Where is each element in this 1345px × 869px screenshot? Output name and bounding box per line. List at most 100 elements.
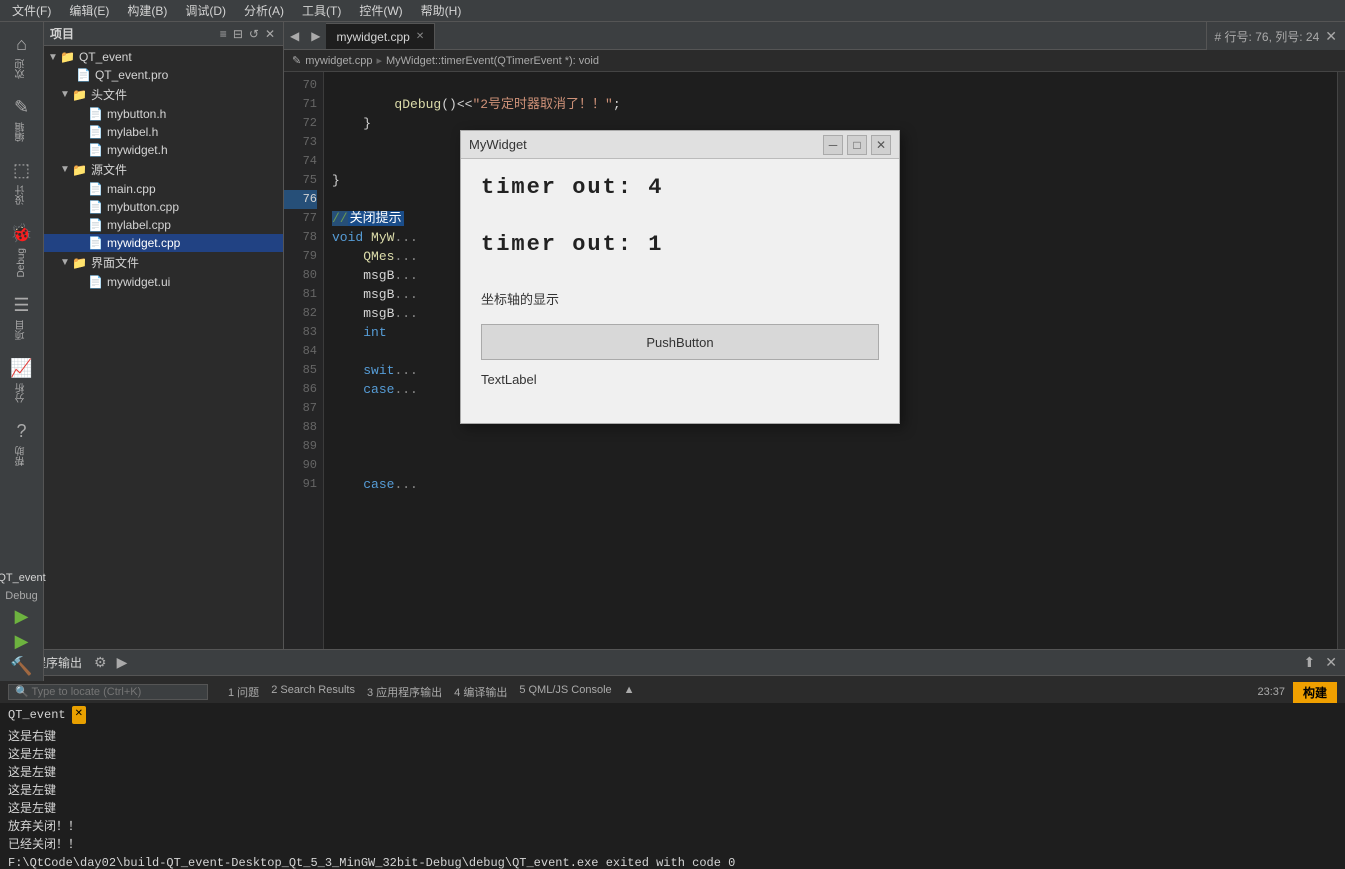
tree-arrow-ui: ▼ — [60, 257, 72, 268]
bottom-panel-close-btn[interactable]: ✕ — [1321, 652, 1341, 673]
left-tab-welcome[interactable]: ⌂ 欢迎 — [2, 26, 42, 87]
debug-run-button[interactable]: ▶ — [15, 631, 29, 652]
tree-item-mylabel-h[interactable]: 📄 mylabel.h — [44, 123, 283, 141]
left-tab-edit[interactable]: ✎ 编辑 — [2, 89, 42, 150]
status-qml-tab[interactable]: 5 QML/JS Console — [519, 684, 611, 700]
tree-item-sources-folder[interactable]: ▼ 📁 源文件 — [44, 159, 283, 180]
status-search-tab[interactable]: 2 Search Results — [271, 684, 355, 700]
ui-folder-icon: 📁 — [72, 256, 87, 270]
file-name-path: mywidget.cpp — [305, 55, 372, 67]
locate-input[interactable] — [8, 684, 208, 700]
tree-item-mywidget-ui[interactable]: 📄 mywidget.ui — [44, 273, 283, 291]
tab-close-mywidget-cpp[interactable]: ✕ — [416, 31, 424, 42]
code-line-70: qDebug()<<"2号定时器取消了！！"; — [332, 97, 621, 112]
bottom-panel-settings-btn[interactable]: ⚙ — [90, 652, 111, 673]
output-content: QT_event ✕ 这是右键 这是左键 这是左键 这是左键 这是左键 放弃关闭… — [0, 702, 1345, 869]
design-label: 设计 — [14, 185, 29, 205]
project-filter-btn[interactable]: ≡ — [218, 27, 229, 41]
project-collapse-btn[interactable]: ⊟ — [231, 27, 245, 41]
menu-build[interactable]: 构建(B) — [119, 0, 175, 21]
code-line-90: case... — [332, 477, 418, 492]
float-text-label: TextLabel — [481, 372, 537, 387]
output-line-7: 已经关闭！！ — [8, 836, 1337, 854]
tree-item-headers-folder[interactable]: ▼ 📁 头文件 — [44, 84, 283, 105]
close-editor-btn[interactable]: ✕ — [1325, 28, 1337, 45]
float-minimize-btn[interactable]: ─ — [823, 135, 843, 155]
line-info-text: # 行号: 76, 列号: 24 — [1215, 28, 1320, 45]
output-line-8: F:\QtCode\day02\build-QT_event-Desktop_Q… — [8, 854, 1337, 869]
tab-nav-back[interactable]: ◀ — [284, 23, 305, 49]
code-line-81: msgB... — [332, 306, 418, 321]
tree-item-mylabel-cpp[interactable]: 📄 mylabel.cpp — [44, 216, 283, 234]
left-tab-help[interactable]: ? 帮助 — [2, 413, 42, 474]
project-panel-icons: ≡ ⊟ ↺ ✕ — [218, 27, 277, 41]
tree-label-main-cpp: main.cpp — [107, 182, 156, 196]
status-app-output-tab[interactable]: 3 应用程序输出 — [367, 684, 442, 700]
tree-item-mybutton-h[interactable]: 📄 mybutton.h — [44, 105, 283, 123]
float-controls: ─ □ ✕ — [823, 135, 891, 155]
search-input-wrapper — [8, 684, 208, 700]
debug-mode-label: Debug — [5, 590, 37, 602]
left-tab-design[interactable]: ⬚ 设计 — [2, 152, 42, 213]
float-maximize-btn[interactable]: □ — [847, 135, 867, 155]
status-issues-tab[interactable]: 1 问题 — [228, 684, 259, 700]
tree-item-mywidget-cpp[interactable]: 📄 mywidget.cpp — [44, 234, 283, 252]
tree-item-main-cpp[interactable]: 📄 main.cpp — [44, 180, 283, 198]
output-line-6: 放弃关闭！！ — [8, 818, 1337, 836]
editor-tab-bar: ◀ ▶ mywidget.cpp ✕ # 行号: 76, 列号: 24 ✕ — [284, 22, 1345, 50]
run-button[interactable]: ▶ — [15, 606, 29, 627]
line-info-bar: # 行号: 76, 列号: 24 ✕ — [1206, 22, 1345, 50]
project-icon: ☰ — [13, 295, 29, 316]
tree-item-pro[interactable]: 📄 QT_event.pro — [44, 66, 283, 84]
tab-nav-forward[interactable]: ▶ — [305, 23, 326, 49]
tree-item-ui-folder[interactable]: ▼ 📁 界面文件 — [44, 252, 283, 273]
menu-edit[interactable]: 编辑(E) — [61, 0, 117, 21]
analyze-label: 分析 — [14, 383, 29, 403]
h-file-icon-1: 📄 — [88, 107, 103, 121]
editor-scrollbar[interactable] — [1337, 72, 1345, 649]
tree-item-qt-event-root[interactable]: ▼ 📁 QT_event — [44, 48, 283, 66]
project-panel-title: 项目 — [50, 25, 74, 42]
tree-item-mywidget-h[interactable]: 📄 mywidget.h — [44, 141, 283, 159]
menu-analyze[interactable]: 分析(A) — [236, 0, 292, 21]
line-numbers: 70 71 72 73 74 75 76 77 78 79 80 81 82 8… — [284, 72, 324, 649]
help-label: 帮助 — [14, 446, 29, 466]
menu-help[interactable]: 帮助(H) — [413, 0, 470, 21]
left-tab-project[interactable]: ☰ 项目 — [2, 287, 42, 348]
bottom-panel-play-btn[interactable]: ▶ — [113, 652, 132, 673]
tree-item-mybutton-cpp[interactable]: 📄 mybutton.cpp — [44, 198, 283, 216]
status-compile-tab[interactable]: 4 编译输出 — [454, 684, 507, 700]
tree-label-sources: 源文件 — [91, 161, 127, 178]
left-tab-analyze[interactable]: 📈 分析 — [2, 350, 42, 411]
output-app-name: QT_event — [8, 706, 66, 724]
menu-tools[interactable]: 工具(T) — [294, 0, 349, 21]
menu-file[interactable]: 文件(F) — [4, 0, 59, 21]
float-push-button[interactable]: PushButton — [481, 324, 879, 360]
build-button[interactable]: 构建 — [1293, 682, 1337, 703]
code-line-80: msgB... — [332, 287, 418, 302]
project-close-btn[interactable]: ✕ — [263, 27, 277, 41]
output-app-header: QT_event ✕ — [8, 706, 1337, 724]
welcome-icon: ⌂ — [16, 34, 27, 55]
float-close-btn[interactable]: ✕ — [871, 135, 891, 155]
project-folder-icon: 📁 — [60, 50, 75, 64]
tab-label-mywidget-cpp: mywidget.cpp — [336, 30, 409, 44]
tab-mywidget-cpp[interactable]: mywidget.cpp ✕ — [326, 23, 435, 49]
project-sync-btn[interactable]: ↺ — [247, 27, 261, 41]
app-name-label: QT_event — [0, 570, 48, 586]
output-app-close-badge[interactable]: ✕ — [72, 706, 86, 724]
left-tab-debug[interactable]: 🐞 Debug — [2, 215, 42, 285]
bottom-panel-expand-btn[interactable]: ⬆ — [1300, 652, 1320, 673]
menu-debug[interactable]: 调试(D) — [177, 0, 234, 21]
tree-label-ui-folder: 界面文件 — [91, 254, 139, 271]
edit-label: 编辑 — [14, 122, 29, 142]
mywidget-floating-window: MyWidget ─ □ ✕ timer out: 4 timer out: 1… — [460, 130, 900, 424]
output-line-4: 这是左键 — [8, 782, 1337, 800]
menu-controls[interactable]: 控件(W) — [351, 0, 410, 21]
output-line-3: 这是左键 — [8, 764, 1337, 782]
status-bar-left: 1 问题 2 Search Results 3 应用程序输出 4 编译输出 5 … — [8, 684, 635, 700]
status-arrow-btn[interactable]: ▲ — [624, 684, 635, 700]
h-file-icon-2: 📄 — [88, 125, 103, 139]
build-icon-button[interactable]: 🔨 — [10, 656, 32, 677]
tree-label-headers: 头文件 — [91, 86, 127, 103]
